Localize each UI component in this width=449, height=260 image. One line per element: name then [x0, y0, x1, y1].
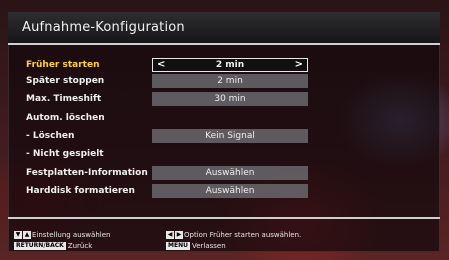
setting-label: Später stoppen: [26, 76, 105, 86]
arrow-left-icon: ◀: [166, 231, 174, 239]
help-option-text: Option Früher starten auswählen.: [184, 231, 302, 239]
setting-value-stepper[interactable]: < 2 min >: [152, 58, 308, 72]
setting-row-festplatten-information[interactable]: Festplatten-Information Auswählen: [10, 166, 440, 180]
setting-label: - Nicht gespielt: [26, 149, 104, 159]
page-title: Aufnahme-Konfiguration: [22, 20, 185, 35]
setting-value[interactable]: 2 min: [152, 74, 308, 88]
arrow-left-icon[interactable]: <: [157, 59, 165, 71]
setting-value[interactable]: Kein Signal: [152, 129, 308, 143]
setting-label: Festplatten-Information: [26, 168, 148, 178]
title-bar: Aufnahme-Konfiguration: [8, 12, 440, 45]
setting-label: - Löschen: [26, 131, 75, 141]
setting-row-spaeter-stoppen[interactable]: Später stoppen 2 min: [10, 74, 440, 88]
help-menu: MENU Verlassen: [166, 241, 226, 251]
help-option: ◀ ▶ Option Früher starten auswählen.: [166, 230, 301, 240]
arrow-right-icon[interactable]: >: [295, 59, 303, 71]
setting-value: 2 min: [215, 60, 245, 70]
back-key-icon: RETURN/BACK: [14, 242, 66, 250]
arrow-right-icon: ▶: [175, 231, 183, 239]
setting-label: Harddisk formatieren: [26, 186, 135, 196]
help-back-text: Zurück: [67, 242, 93, 250]
setting-row-loeschen[interactable]: - Löschen Kein Signal: [10, 129, 440, 143]
arrow-up-icon: ▲: [23, 231, 31, 239]
setting-row-harddisk-formatieren[interactable]: Harddisk formatieren Auswählen: [10, 184, 440, 198]
setting-label: Autom. löschen: [26, 113, 105, 123]
help-select: ▼ ▲ Einstellung auswählen: [14, 230, 110, 240]
arrow-down-icon: ▼: [14, 231, 22, 239]
help-menu-text: Verlassen: [191, 242, 226, 250]
setting-row-nicht-gespielt[interactable]: - Nicht gespielt: [10, 147, 440, 161]
select-button[interactable]: Auswählen: [152, 166, 308, 180]
help-select-text: Einstellung auswählen: [32, 231, 111, 239]
setting-label: Früher starten: [26, 60, 100, 70]
setting-row-max-timeshift[interactable]: Max. Timeshift 30 min: [10, 92, 440, 106]
setting-value[interactable]: 30 min: [152, 92, 308, 106]
setting-row-autom-loeschen[interactable]: Autom. löschen: [10, 111, 440, 125]
setting-row-frueher-starten[interactable]: Früher starten < 2 min >: [10, 58, 440, 72]
menu-key-icon: MENU: [166, 242, 190, 250]
setting-label: Max. Timeshift: [26, 94, 102, 104]
help-back: RETURN/BACK Zurück: [14, 241, 92, 251]
divider: [8, 217, 440, 219]
select-button[interactable]: Auswählen: [152, 184, 308, 198]
